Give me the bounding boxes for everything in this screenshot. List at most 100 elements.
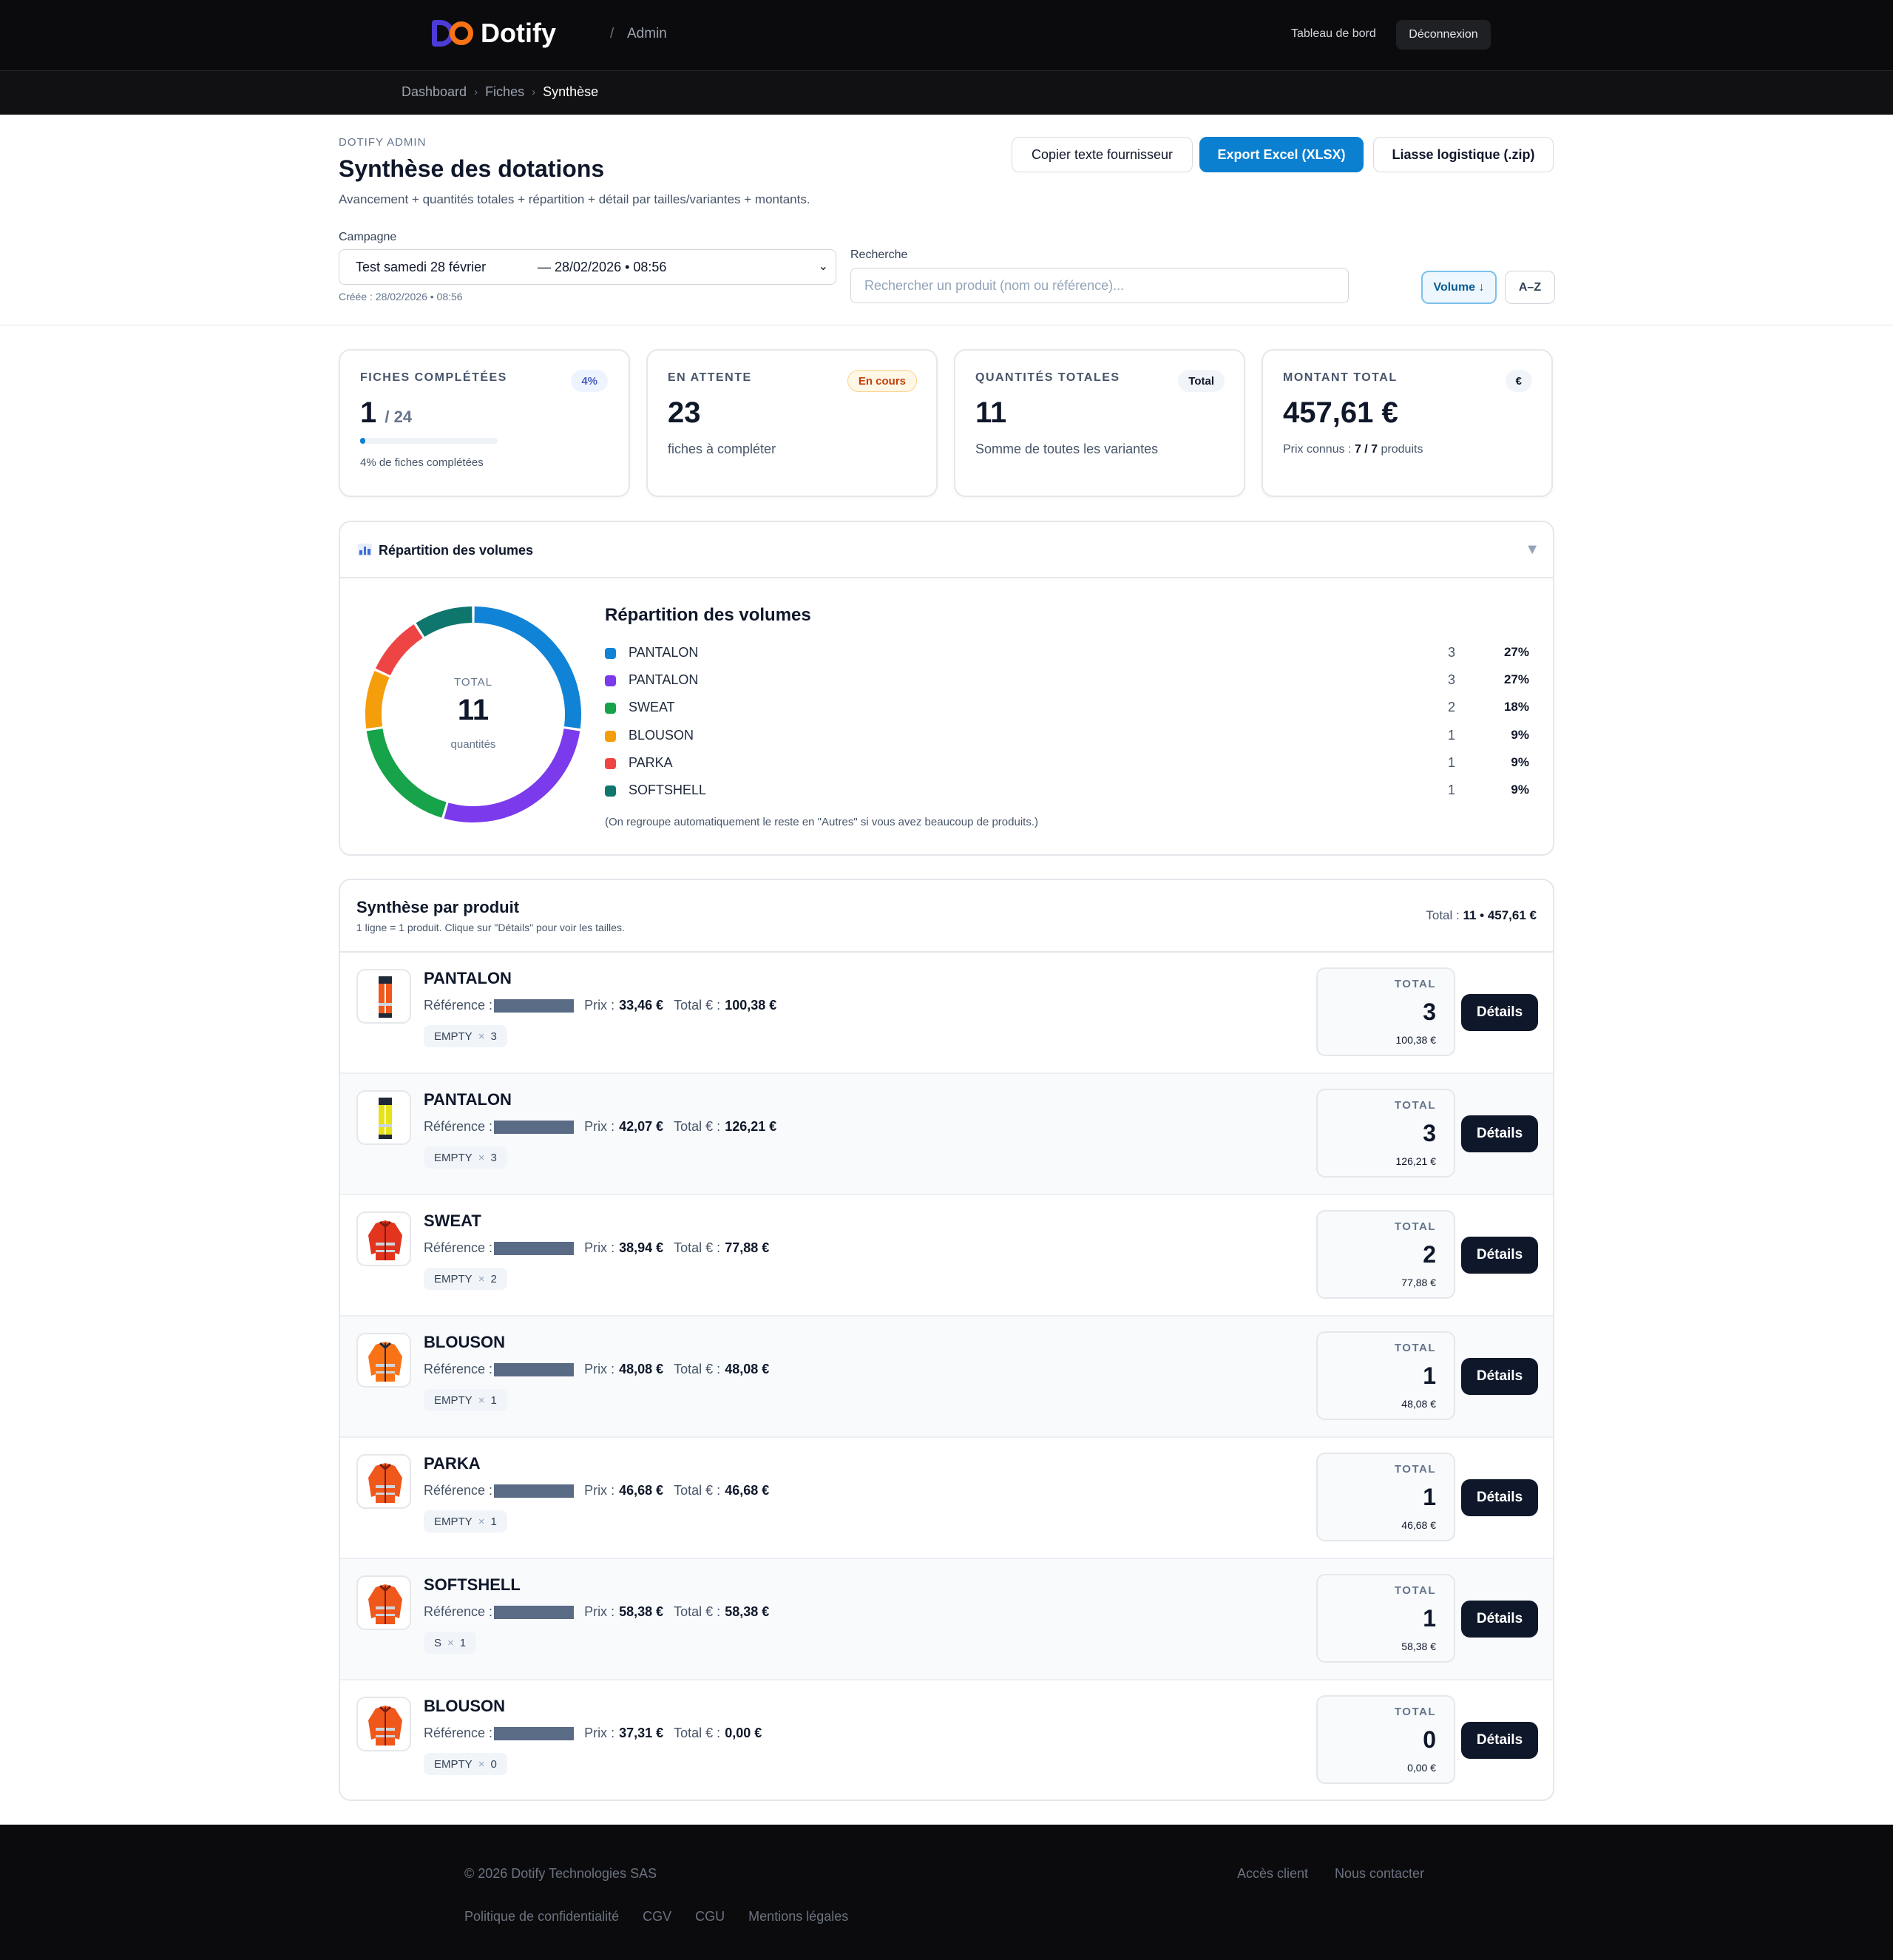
search-input[interactable] xyxy=(850,268,1349,303)
kpi-value: 1 / 24 xyxy=(360,396,412,430)
variant-qty: 1 xyxy=(490,1515,497,1528)
page-title: Synthèse des dotations xyxy=(339,155,605,182)
logistics-zip-button[interactable]: Liasse logistique (.zip) xyxy=(1373,137,1554,172)
total-value: 11 • 457,61 € xyxy=(1463,908,1537,922)
total-eur-label: Total € : xyxy=(674,1726,721,1740)
jacket-orange-icon xyxy=(356,1454,411,1509)
product-total-eur: 77,88 € xyxy=(725,1240,770,1255)
product-meta: Référence : Prix : 37,31 € Total € : 0,00 € xyxy=(424,1726,772,1741)
reference-redacted xyxy=(494,1484,575,1498)
reference-redacted xyxy=(494,1120,575,1134)
product-row: SWEAT Référence : Prix : 38,94 € Total € : 77… xyxy=(340,1195,1553,1317)
total-eur-label: Total € : xyxy=(674,1604,721,1619)
footer-contact-link[interactable]: Nous contacter xyxy=(1335,1866,1424,1882)
breadcrumb-dashboard[interactable]: Dashboard xyxy=(402,84,467,100)
total-box-amount: 58,38 € xyxy=(1401,1640,1436,1652)
reference-label: Référence : xyxy=(424,1119,493,1134)
reference-label: Référence : xyxy=(424,998,493,1013)
product-meta: Référence : Prix : 46,68 € Total € : 46,68 € xyxy=(424,1483,779,1498)
chevron-down-icon: ⌄ xyxy=(818,260,828,273)
kpi-badge: 4% xyxy=(571,370,608,392)
breadcrumb-chevron-icon: › xyxy=(532,86,536,98)
details-button[interactable]: Détails xyxy=(1461,1601,1538,1638)
bar-chart-icon xyxy=(358,544,372,556)
product-price: 48,08 € xyxy=(619,1362,664,1376)
price-label: Prix : xyxy=(584,1483,615,1498)
variant-chip: EMPTY × 1 xyxy=(424,1389,507,1411)
breadcrumb-fiches[interactable]: Fiches xyxy=(485,84,524,100)
pants-orange-icon xyxy=(356,969,411,1024)
total-box-label: TOTAL xyxy=(1394,1099,1436,1112)
footer-legal-link[interactable]: Mentions légales xyxy=(748,1909,848,1924)
times-icon: × xyxy=(478,1757,485,1771)
product-row: SOFTSHELL Référence : Prix : 58,38 € Total €… xyxy=(340,1559,1553,1680)
reference-redacted xyxy=(494,1241,575,1255)
variant-qty: 0 xyxy=(490,1757,497,1771)
total-box-label: TOTAL xyxy=(1394,1706,1436,1718)
product-summary-title: Synthèse par produit xyxy=(356,898,520,916)
details-button[interactable]: Détails xyxy=(1461,994,1538,1031)
product-price: 33,46 € xyxy=(619,998,664,1013)
total-eur-label: Total € : xyxy=(674,1483,721,1498)
product-name: SWEAT xyxy=(424,1212,481,1230)
progress-bar xyxy=(360,438,498,444)
section-label: Admin xyxy=(627,26,667,41)
product-price: 37,31 € xyxy=(619,1726,664,1740)
total-box-amount: 126,21 € xyxy=(1395,1155,1437,1167)
details-button[interactable]: Détails xyxy=(1461,1237,1538,1274)
product-price: 42,07 € xyxy=(619,1119,664,1134)
footer-cgu-link[interactable]: CGU xyxy=(695,1909,725,1924)
copy-supplier-text-button[interactable]: Copier texte fournisseur xyxy=(1012,137,1193,172)
dotify-logo[interactable]: Dotify xyxy=(432,18,556,49)
top-navbar xyxy=(0,0,1893,70)
footer-client-link[interactable]: Accès client xyxy=(1237,1866,1308,1882)
legend-percent: 18% xyxy=(1503,700,1529,714)
legend-label: PANTALON xyxy=(629,645,699,660)
reference-label: Référence : xyxy=(424,1240,493,1255)
times-icon: × xyxy=(478,1272,485,1285)
footer-privacy-link[interactable]: Politique de confidentialité xyxy=(464,1909,619,1924)
total-eur-label: Total € : xyxy=(674,998,721,1013)
product-meta: Référence : Prix : 33,46 € Total € : 100,38 … xyxy=(424,998,787,1013)
campaign-select[interactable]: Test samedi 28 février — 28/02/2026 • 08… xyxy=(339,249,836,285)
times-icon: × xyxy=(478,1393,485,1407)
times-icon: × xyxy=(478,1151,485,1164)
export-excel-button[interactable]: Export Excel (XLSX) xyxy=(1199,137,1364,172)
distribution-panel-header[interactable]: Répartition des volumes ▼ xyxy=(340,522,1553,578)
details-button[interactable]: Détails xyxy=(1461,1358,1538,1395)
product-name: PANTALON xyxy=(424,969,512,987)
reference-label: Référence : xyxy=(424,1483,493,1498)
legend-item: PANTALON 3 27% xyxy=(605,645,1529,672)
legend-swatch xyxy=(605,703,616,714)
pants-yellow-icon-drawing xyxy=(379,1098,392,1139)
search-label: Recherche xyxy=(850,249,908,261)
details-button[interactable]: Détails xyxy=(1461,1722,1538,1759)
legend-percent: 27% xyxy=(1503,645,1529,659)
total-box-label: TOTAL xyxy=(1394,1342,1436,1354)
total-box-label: TOTAL xyxy=(1394,1220,1436,1233)
kpi-sub: Somme de toutes les variantes xyxy=(975,442,1159,456)
collapse-toggle-icon[interactable]: ▼ xyxy=(1525,541,1540,558)
product-total-eur: 48,08 € xyxy=(725,1362,770,1376)
product-name: BLOUSON xyxy=(424,1333,505,1351)
product-name: BLOUSON xyxy=(424,1697,505,1715)
product-total-eur: 58,38 € xyxy=(725,1604,770,1619)
pants-yellow-icon xyxy=(356,1090,411,1145)
jacket-orange-icon-drawing xyxy=(368,1463,402,1503)
legend-label: PARKA xyxy=(629,754,673,770)
sort-volume-button[interactable]: Volume ↓ xyxy=(1421,271,1497,304)
legend-swatch xyxy=(605,648,616,659)
footer-cgv-link[interactable]: CGV xyxy=(643,1909,671,1924)
logo-mark-icon xyxy=(432,18,475,48)
details-button[interactable]: Détails xyxy=(1461,1479,1538,1516)
legend-count: 1 xyxy=(1448,727,1456,743)
logout-button[interactable]: Déconnexion xyxy=(1396,20,1491,50)
details-button[interactable]: Détails xyxy=(1461,1115,1538,1152)
price-label: Prix : xyxy=(584,1240,615,1255)
reference-redacted xyxy=(494,1605,575,1619)
nav-dashboard-link[interactable]: Tableau de bord xyxy=(1291,27,1376,41)
product-row: PARKA Référence : Prix : 46,68 € Total € : 46… xyxy=(340,1438,1553,1559)
jacket-orange-icon xyxy=(356,1575,411,1630)
sort-az-button[interactable]: A–Z xyxy=(1505,271,1555,304)
campaign-name: Test samedi 28 février xyxy=(356,259,487,274)
